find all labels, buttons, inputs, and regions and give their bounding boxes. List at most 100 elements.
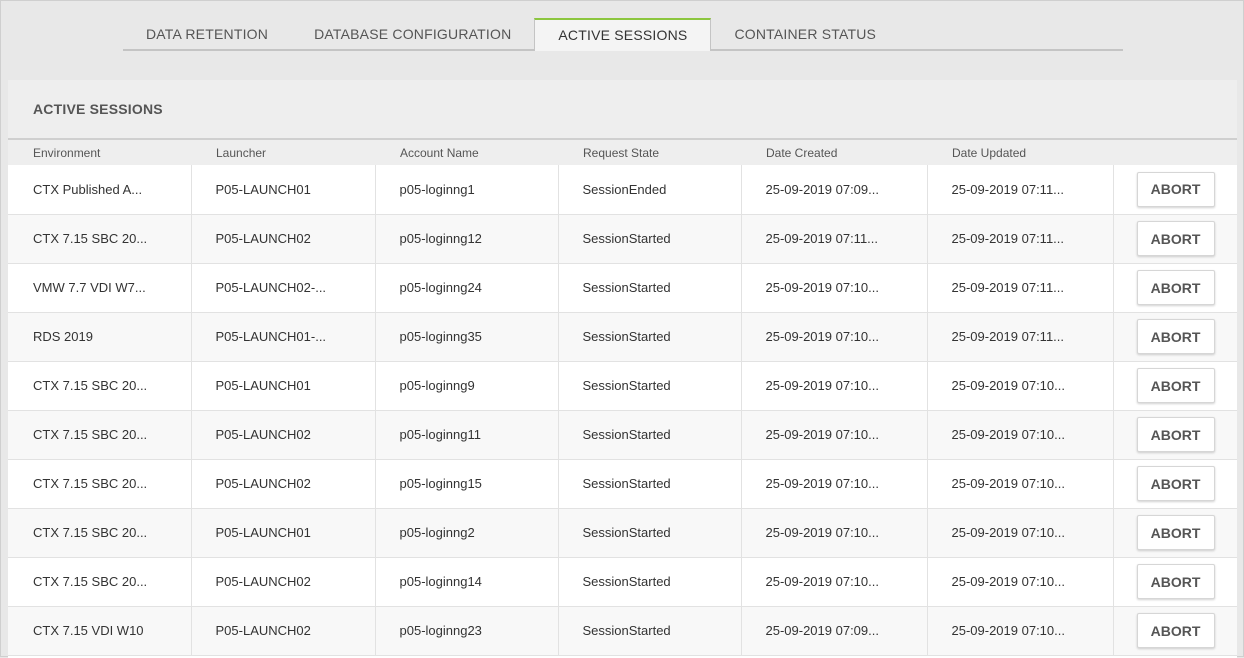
cell-account-name: p05-loginng11 [374,410,558,459]
column-header-launcher[interactable]: Launcher [191,140,375,165]
cell-date-updated: 25-09-2019 07:11... [926,165,1113,214]
table-row: CTX Published A... P05-LAUNCH01 p05-logi… [8,165,1237,214]
cell-request-state: SessionStarted [557,361,741,410]
column-header-date-updated[interactable]: Date Updated [927,140,1113,165]
cell-environment: CTX 7.15 SBC 20... [33,476,148,491]
cell-date-created: 25-09-2019 07:10... [740,312,927,361]
cell-request-state: SessionStarted [557,557,741,606]
cell-date-updated: 25-09-2019 07:11... [926,214,1113,263]
sessions-table: Environment Launcher Account Name Reques… [8,140,1237,656]
cell-date-created: 25-09-2019 07:11... [740,214,927,263]
cell-date-created: 25-09-2019 07:10... [740,361,927,410]
cell-action: ABORT [1112,557,1237,606]
cell-launcher: P05-LAUNCH02 [190,410,375,459]
cell-date-updated: 25-09-2019 07:10... [926,459,1113,508]
cell-environment: VMW 7.7 VDI W7... [33,280,146,295]
abort-button[interactable]: ABORT [1136,417,1215,452]
table-row: CTX 7.15 SBC 20... P05-LAUNCH02 p05-logi… [8,410,1237,459]
column-header-environment[interactable]: Environment [8,140,191,165]
cell-date-updated: 25-09-2019 07:10... [926,410,1113,459]
tab-bar: DATA RETENTION DATABASE CONFIGURATION AC… [123,18,1123,51]
cell-request-state: SessionStarted [557,214,741,263]
abort-button[interactable]: ABORT [1136,270,1215,305]
cell-request-state: SessionEnded [557,165,741,214]
cell-date-updated: 25-09-2019 07:10... [926,606,1113,655]
cell-launcher: P05-LAUNCH02 [190,557,375,606]
tab-active-sessions[interactable]: ACTIVE SESSIONS [534,18,712,51]
cell-date-updated: 25-09-2019 07:11... [926,312,1113,361]
cell-account-name: p05-loginng24 [374,263,558,312]
cell-date-created: 25-09-2019 07:10... [740,410,927,459]
cell-launcher: P05-LAUNCH01-... [190,312,375,361]
cell-launcher: P05-LAUNCH02-... [190,263,375,312]
table-row: VMW 7.7 VDI W7... P05-LAUNCH02-... p05-l… [8,263,1237,312]
cell-request-state: SessionStarted [557,410,741,459]
cell-account-name: p05-loginng9 [374,361,558,410]
abort-button[interactable]: ABORT [1136,466,1215,501]
table-row: CTX 7.15 SBC 20... P05-LAUNCH02 p05-logi… [8,214,1237,263]
abort-button[interactable]: ABORT [1136,564,1215,599]
cell-environment: CTX 7.15 SBC 20... [33,378,148,393]
cell-date-created: 25-09-2019 07:10... [740,557,927,606]
cell-action: ABORT [1112,165,1237,214]
cell-request-state: SessionStarted [557,263,741,312]
cell-environment: CTX Published A... [33,181,143,197]
cell-date-created: 25-09-2019 07:10... [740,263,927,312]
cell-launcher: P05-LAUNCH02 [190,606,375,655]
cell-environment: CTX 7.15 SBC 20... [33,574,148,589]
cell-account-name: p05-loginng14 [374,557,558,606]
cell-date-updated: 25-09-2019 07:11... [926,263,1113,312]
abort-button[interactable]: ABORT [1136,319,1215,354]
cell-environment: CTX 7.15 SBC 20... [33,231,148,246]
table-row: CTX 7.15 SBC 20... P05-LAUNCH02 p05-logi… [8,557,1237,606]
cell-action: ABORT [1112,361,1237,410]
abort-button[interactable]: ABORT [1136,613,1215,648]
column-header-request-state[interactable]: Request State [558,140,741,165]
cell-environment: RDS 2019 [33,329,93,344]
cell-date-created: 25-09-2019 07:09... [740,606,927,655]
cell-environment: CTX 7.15 SBC 20... [33,427,148,442]
column-header-action [1113,140,1237,165]
tab-database-configuration[interactable]: DATABASE CONFIGURATION [291,18,534,49]
table-row: CTX 7.15 VDI W10 P05-LAUNCH02 p05-loginn… [8,606,1237,655]
cell-launcher: P05-LAUNCH01 [190,361,375,410]
cell-account-name: p05-loginng1 [374,165,558,214]
cell-date-created: 25-09-2019 07:09... [740,165,927,214]
cell-request-state: SessionStarted [557,606,741,655]
cell-request-state: SessionStarted [557,508,741,557]
cell-action: ABORT [1112,410,1237,459]
tab-data-retention[interactable]: DATA RETENTION [123,18,291,49]
cell-launcher: P05-LAUNCH02 [190,214,375,263]
table-row: CTX 7.15 SBC 20... P05-LAUNCH02 p05-logi… [8,459,1237,508]
cell-date-updated: 25-09-2019 07:10... [926,361,1113,410]
cell-date-created: 25-09-2019 07:10... [740,508,927,557]
column-header-account-name[interactable]: Account Name [375,140,558,165]
cell-action: ABORT [1112,263,1237,312]
cell-date-updated: 25-09-2019 07:10... [926,557,1113,606]
tab-container-status[interactable]: CONTAINER STATUS [711,18,899,49]
cell-environment: CTX 7.15 SBC 20... [33,525,148,540]
abort-button[interactable]: ABORT [1136,515,1215,550]
panel-title: ACTIVE SESSIONS [8,80,1237,140]
table-header-row: Environment Launcher Account Name Reques… [8,140,1237,165]
abort-button[interactable]: ABORT [1136,368,1215,403]
cell-action: ABORT [1112,606,1237,655]
cell-request-state: SessionStarted [557,459,741,508]
active-sessions-panel: ACTIVE SESSIONS Environment Launcher Acc… [8,80,1237,658]
cell-environment: CTX 7.15 VDI W10 [33,623,144,638]
table-row: CTX 7.15 SBC 20... P05-LAUNCH01 p05-logi… [8,361,1237,410]
cell-account-name: p05-loginng2 [374,508,558,557]
cell-launcher: P05-LAUNCH02 [190,459,375,508]
cell-account-name: p05-loginng23 [374,606,558,655]
column-header-date-created[interactable]: Date Created [741,140,927,165]
cell-action: ABORT [1112,214,1237,263]
abort-button[interactable]: ABORT [1136,171,1215,207]
abort-button[interactable]: ABORT [1136,221,1215,256]
cell-date-updated: 25-09-2019 07:10... [926,508,1113,557]
cell-action: ABORT [1112,312,1237,361]
cell-account-name: p05-loginng12 [374,214,558,263]
cell-date-created: 25-09-2019 07:10... [740,459,927,508]
cell-account-name: p05-loginng35 [374,312,558,361]
cell-action: ABORT [1112,508,1237,557]
table-row: CTX 7.15 SBC 20... P05-LAUNCH01 p05-logi… [8,508,1237,557]
